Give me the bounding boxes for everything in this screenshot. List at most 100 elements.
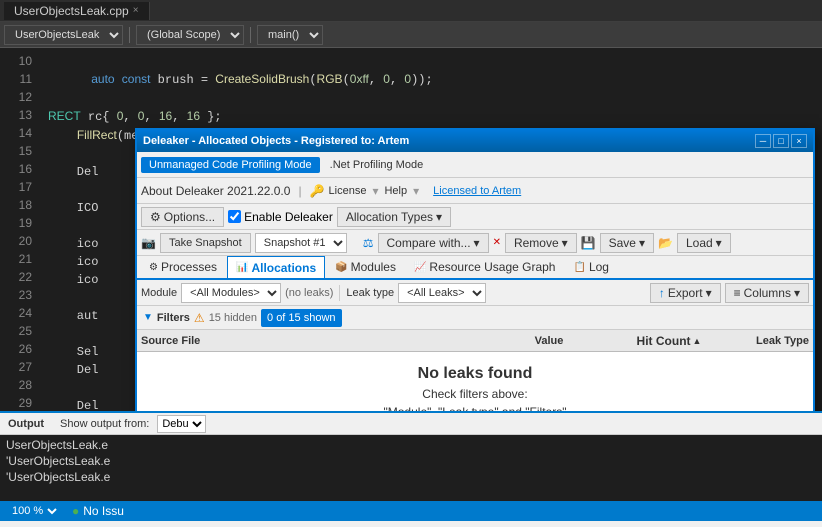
tab-filename: UserObjectsLeak.cpp: [14, 4, 129, 18]
columns-arrow: ▾: [794, 286, 800, 300]
tab-processes[interactable]: ⚙ Processes: [141, 256, 225, 278]
editor-tabs: UserObjectsLeak.cpp ×: [0, 0, 822, 22]
leak-type-select[interactable]: <All Leaks>: [398, 283, 486, 303]
help-menu-item[interactable]: Help: [384, 185, 407, 197]
options-icon: ⚙: [150, 210, 161, 224]
module-label: Module: [141, 287, 177, 299]
col-source-header[interactable]: Source File: [141, 335, 489, 347]
tab-log[interactable]: 📋 Log: [565, 256, 616, 278]
modal-filter-bar: ▼ Filters ⚠ 15 hidden 0 of 15 shown: [137, 306, 813, 330]
modal-toolbar-snapshot: 📷 Take Snapshot Snapshot #1 ⚖ Compare wi…: [137, 230, 813, 256]
col-hitcount-header[interactable]: Hit Count ▲: [609, 334, 729, 348]
remove-button[interactable]: Remove ▾: [505, 233, 577, 253]
table-header: Source File Value Hit Count ▲ Leak Type: [137, 330, 813, 352]
export-icon: ↑: [659, 286, 665, 300]
load-label: Load: [686, 236, 713, 250]
tab-modules-label: Modules: [351, 260, 396, 274]
modal-titlebar: Deleaker - Allocated Objects - Registere…: [137, 130, 813, 152]
modal-menubar-about: About Deleaker 2021.22.0.0 | 🔑 License ▾…: [137, 178, 813, 204]
tab-modules[interactable]: 📦 Modules: [327, 256, 404, 278]
shown-badge: 0 of 15 shown: [261, 309, 342, 327]
editor-toolbar: UserObjectsLeak (Global Scope) main(): [0, 22, 822, 48]
tab-resource-usage[interactable]: 📈 Resource Usage Graph: [406, 256, 564, 278]
snapshot-icon: 📷: [141, 236, 156, 250]
export-button[interactable]: ↑ Export ▾: [650, 283, 721, 303]
take-snapshot-button[interactable]: Take Snapshot: [160, 233, 251, 253]
tab-close-icon[interactable]: ×: [133, 5, 139, 16]
editor-tab-file[interactable]: UserObjectsLeak.cpp ×: [4, 2, 150, 20]
module-select[interactable]: <All Modules>: [181, 283, 281, 303]
options-button[interactable]: ⚙ Options...: [141, 207, 224, 227]
warning-icon: ⚠: [194, 311, 205, 325]
allocations-icon: 📊: [236, 262, 248, 273]
col-hitcount-arrow: ▲: [693, 336, 702, 346]
save-icon: 💾: [581, 236, 596, 250]
col-hitcount-label: Hit Count: [637, 334, 691, 348]
modal-toolbar-options: ⚙ Options... Enable Deleaker Allocation …: [137, 204, 813, 230]
tab-log-label: Log: [589, 260, 609, 274]
scope-dropdown[interactable]: (Global Scope): [136, 25, 244, 45]
compare-arrow: ▾: [474, 236, 480, 250]
col-value-header[interactable]: Value: [489, 335, 609, 347]
output-content: UserObjectsLeak.e 'UserObjectsLeak.e 'Us…: [0, 435, 822, 503]
modal-maximize-button[interactable]: □: [773, 134, 789, 148]
hidden-badge: 15 hidden: [209, 312, 257, 324]
filter-icon: ▼: [143, 312, 153, 323]
about-menu-item[interactable]: About Deleaker 2021.22.0.0: [141, 184, 290, 198]
modal-minimize-button[interactable]: ─: [755, 134, 771, 148]
output-line-2: 'UserObjectsLeak.e: [6, 453, 816, 469]
toolbar-separator: [129, 27, 130, 43]
tab-resource-usage-label: Resource Usage Graph: [429, 260, 555, 274]
compare-with-button[interactable]: Compare with... ▾: [378, 233, 489, 253]
load-button[interactable]: Load ▾: [677, 233, 731, 253]
nav-dropdown[interactable]: main(): [257, 25, 323, 45]
no-issues-label: No Issu: [83, 504, 124, 518]
enable-deleaker-checkbox[interactable]: Enable Deleaker: [228, 210, 333, 224]
zoom-select[interactable]: 100 %: [8, 504, 60, 518]
zoom-status: 100 %: [8, 504, 60, 518]
output-line-1: UserObjectsLeak.e: [6, 437, 816, 453]
toolbar-separator-2: [250, 27, 251, 43]
enable-checkbox-input[interactable]: [228, 210, 241, 223]
resource-usage-icon: 📈: [414, 262, 426, 273]
module-extra: (no leaks): [285, 287, 333, 299]
modal-close-button[interactable]: ×: [791, 134, 807, 148]
compare-icon: ⚖: [363, 236, 374, 250]
columns-label: Columns: [744, 286, 791, 300]
processes-icon: ⚙: [149, 262, 158, 273]
export-label: Export: [668, 286, 703, 300]
save-button[interactable]: Save ▾: [600, 233, 654, 253]
columns-icon: ≡: [734, 286, 741, 300]
no-leaks-title: No leaks found: [418, 365, 533, 383]
modal-nav-tabs: ⚙ Processes 📊 Allocations 📦 Modules 📈 Re…: [137, 256, 813, 280]
allocation-types-button[interactable]: Allocation Types ▾: [337, 207, 451, 227]
key-icon: 🔑: [310, 184, 325, 198]
dotnet-mode-button[interactable]: .Net Profiling Mode: [322, 157, 432, 173]
editor-area: UserObjectsLeak.cpp × UserObjectsLeak (G…: [0, 0, 822, 521]
output-source-select[interactable]: Debu: [157, 415, 206, 433]
statusbar: 100 % ● No Issu: [0, 501, 822, 521]
options-label: Options...: [164, 210, 215, 224]
show-from-label: Show output from:: [60, 418, 149, 430]
output-line-3: 'UserObjectsLeak.e: [6, 469, 816, 485]
compare-label: Compare with...: [387, 236, 471, 250]
columns-button[interactable]: ≡ Columns ▾: [725, 283, 809, 303]
remove-arrow: ▾: [562, 236, 568, 250]
line-numbers: 10 11 12 13 14 15 16 17 18 19 20 21 22 2…: [0, 48, 40, 473]
modules-icon: 📦: [335, 262, 347, 273]
load-arrow: ▾: [716, 236, 722, 250]
tab-allocations[interactable]: 📊 Allocations: [227, 256, 325, 278]
no-leaks-hint1: Check filters above:: [422, 387, 527, 401]
snapshot-select[interactable]: Snapshot #1: [255, 233, 347, 253]
modal-menubar-profiling: Unmanaged Code Profiling Mode .Net Profi…: [137, 152, 813, 178]
filters-label: Filters: [157, 312, 190, 324]
function-dropdown[interactable]: UserObjectsLeak: [4, 25, 123, 45]
enable-label: Enable Deleaker: [244, 210, 333, 224]
license-menu-item[interactable]: License: [329, 185, 367, 197]
allocation-types-arrow: ▾: [436, 210, 442, 224]
col-leaktype-header[interactable]: Leak Type: [729, 335, 809, 347]
unmanaged-mode-button[interactable]: Unmanaged Code Profiling Mode: [141, 157, 320, 173]
licensed-to-link[interactable]: Licensed to Artem: [433, 185, 521, 197]
output-header: Output Show output from: Debu: [0, 413, 822, 435]
leak-type-label: Leak type: [346, 287, 394, 299]
